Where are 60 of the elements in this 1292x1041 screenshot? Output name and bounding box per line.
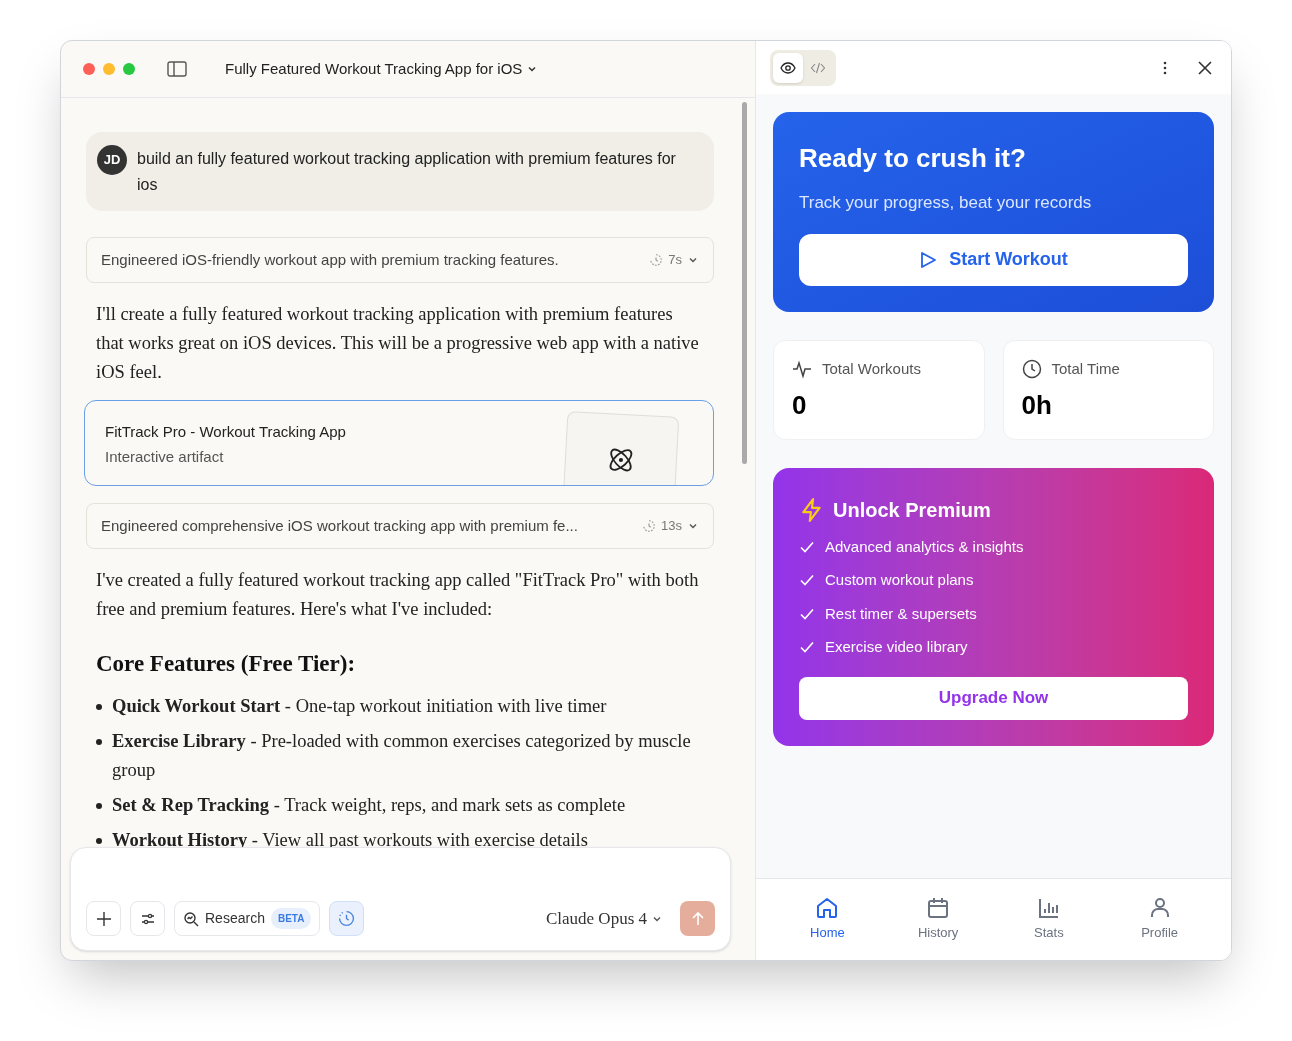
assistant-paragraph: I'll create a fully featured workout tracking application with premium features that works great on iOS devices. This will be a progressive web app with a native iOS feel. [95,303,700,384]
calendar-icon [926,896,951,921]
premium-feature: Exercise video library [825,637,968,657]
chat-title-dropdown[interactable]: Fully Featured Workout Tracking App for iOS [225,57,539,81]
stat-value: 0 [792,389,808,422]
nav-tab[interactable]: History [898,896,979,943]
artifact-title: FitTrack Pro - Workout Tracking App [105,422,346,442]
premium-feature: Custom workout plans [825,570,974,590]
thinking-summary-text: Engineered iOS-friendly workout app with premium tracking features. [101,249,560,270]
list-item-text: Set & Rep Tracking - Track weight, reps, and mark sets as complete [112,793,626,817]
thinking-summary[interactable]: Engineered iOS-friendly workout app with premium tracking features. 7s [86,237,714,283]
clock-icon [338,910,356,927]
list-item-text: Quick Workout Start - One-tap workout initiation with live timer [112,694,607,718]
artifact-subtitle: Interactive artifact [105,447,224,467]
thinking-summary-text: Engineered comprehensive iOS workout tracking app with premium fe... [101,515,579,536]
clock-icon [1021,358,1042,379]
add-button[interactable] [86,901,121,936]
section-heading: Core Features (Free Tier): [95,650,357,678]
tools-button[interactable] [130,901,165,936]
timer-icon [642,519,657,533]
eye-icon [780,59,796,76]
nav-tab[interactable]: Home [787,896,868,943]
history-button[interactable] [329,901,365,936]
bar-chart-icon [1036,896,1061,921]
upgrade-button[interactable]: Upgrade Now [799,676,1188,720]
timer-icon [649,253,664,267]
stat-label: Total Time [1051,358,1120,379]
list-item-text: Exercise Library - Pre-loaded with common exercises categorized by muscle group [112,729,692,782]
stat-label: Total Workouts [822,358,921,379]
home-icon [815,896,840,921]
hero-title: Ready to crush it? [799,142,1027,175]
beta-badge: BETA [270,908,312,929]
thinking-duration: 7s [668,251,682,270]
nav-tab[interactable]: Profile [1119,896,1200,943]
plus-icon [95,910,112,927]
zoom-window-icon[interactable] [123,63,135,75]
artifact-card[interactable]: FitTrack Pro - Workout Tracking App Interactive artifact [84,400,714,486]
close-icon[interactable] [1197,59,1213,76]
sidebar-icon[interactable] [167,61,187,77]
assistant-paragraph: I've created a fully featured workout tracking app called "FitTrack Pro" with both free and premium features. Here's what I've included: [95,569,700,621]
premium-title: Unlock Premium [833,497,991,523]
start-workout-button[interactable]: Start Workout [799,233,1188,286]
minimize-window-icon[interactable] [103,63,115,75]
stat-value: 0h [1021,389,1053,422]
hero-subtitle: Track your progress, beat your records [799,192,1093,214]
thinking-duration: 13s [661,517,682,536]
user-avatar: JD [97,145,127,175]
user-message-text: build an fully featured workout tracking application with premium features for ios [137,149,677,195]
play-icon [919,250,938,269]
research-button[interactable]: Research BETA [174,901,321,936]
nav-tab[interactable]: Stats [1008,896,1089,943]
scrollbar[interactable] [742,102,747,464]
send-button[interactable] [680,901,715,936]
preview-tab[interactable] [773,52,803,83]
close-window-icon[interactable] [83,63,95,75]
model-selector[interactable]: Claude Opus 4 [545,901,663,936]
thinking-summary[interactable]: Engineered comprehensive iOS workout tracking app with premium fe... 13s [86,503,714,549]
premium-feature: Rest timer & supersets [825,603,977,624]
search-icon [183,910,199,927]
premium-feature: Advanced analytics & insights [825,536,1024,557]
